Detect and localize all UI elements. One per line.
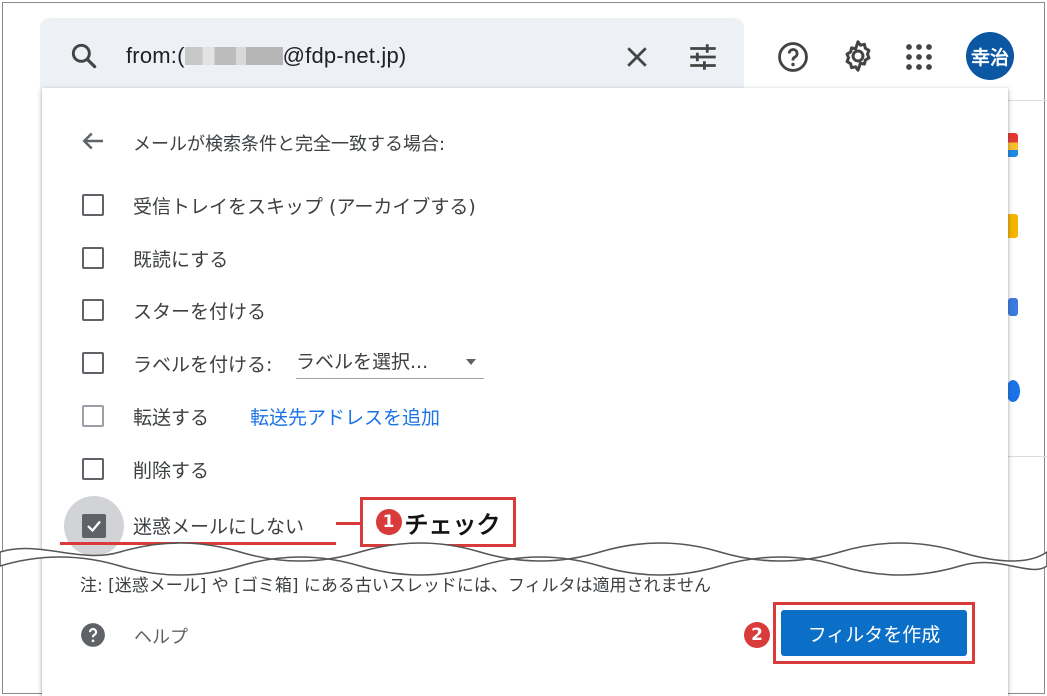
option-mark-read[interactable]: 既読にする xyxy=(82,243,228,273)
never-spam-label: 迷惑メールにしない xyxy=(133,516,305,538)
option-label: 受信トレイをスキップ (アーカイブする) xyxy=(133,195,476,218)
star-checkbox[interactable] xyxy=(82,299,104,321)
option-label: ラベルを付ける: xyxy=(133,353,273,376)
gear-icon[interactable] xyxy=(840,38,876,74)
annotation-text-1: チェック xyxy=(404,510,501,539)
create-filter-button[interactable]: フィルタを作成 xyxy=(781,610,967,656)
search-input[interactable]: from:( @fdp-net.jp) xyxy=(126,43,406,69)
redacted-address xyxy=(184,47,283,65)
option-label: 既読にする xyxy=(133,248,229,271)
label-select-dropdown[interactable]: ラベルを選択... xyxy=(296,347,484,379)
delete-checkbox[interactable] xyxy=(82,458,104,480)
annotation-connector xyxy=(336,522,362,525)
background-icon xyxy=(1008,298,1018,316)
option-label: 転送する xyxy=(133,406,210,429)
search-query-prefix: from:( xyxy=(126,43,185,68)
background-divider xyxy=(1008,456,1047,457)
search-query-suffix: @fdp-net.jp) xyxy=(282,43,407,68)
filter-note: 注: [迷惑メール] や [ゴミ箱] にある古いスレッドには、フィルタは適用され… xyxy=(80,576,712,596)
option-label: スターを付ける xyxy=(133,300,267,323)
option-label: 削除する xyxy=(133,459,210,482)
option-star[interactable]: スターを付ける xyxy=(82,295,266,325)
option-delete[interactable]: 削除する xyxy=(82,454,209,484)
mark-read-checkbox[interactable] xyxy=(82,247,104,269)
label-select-value: ラベルを選択... xyxy=(296,351,429,373)
filter-heading: メールが検索条件と完全一致する場合: xyxy=(133,134,446,155)
search-icon[interactable] xyxy=(68,40,100,72)
option-apply-label[interactable]: ラベルを付ける: ラベルを選択... xyxy=(82,348,484,379)
annotation-number-1: 1 xyxy=(375,509,402,535)
check-icon xyxy=(87,520,101,533)
apply-label-checkbox[interactable] xyxy=(82,352,104,374)
search-options-icon[interactable] xyxy=(686,40,720,74)
background-divider xyxy=(1008,100,1047,101)
forward-checkbox[interactable] xyxy=(82,405,104,427)
help-link[interactable]: ヘルプ xyxy=(134,623,188,649)
help-circle-icon[interactable] xyxy=(80,622,106,648)
option-skip-inbox[interactable]: 受信トレイをスキップ (アーカイブする) xyxy=(82,190,476,220)
chevron-down-icon xyxy=(466,359,476,365)
annotation-number-2: 2 xyxy=(744,622,770,648)
background-icon xyxy=(1006,380,1020,402)
help-icon[interactable] xyxy=(776,40,810,74)
apps-grid-icon[interactable] xyxy=(904,42,934,72)
never-spam-checkbox[interactable] xyxy=(82,514,106,538)
add-forwarding-address-link[interactable]: 転送先アドレスを追加 xyxy=(250,403,440,430)
back-arrow-icon[interactable] xyxy=(78,126,108,156)
avatar[interactable]: 幸治 xyxy=(966,32,1014,80)
close-icon[interactable] xyxy=(622,42,652,72)
skip-inbox-checkbox[interactable] xyxy=(82,194,104,216)
option-forward: 転送する 転送先アドレスを追加 xyxy=(82,401,440,431)
